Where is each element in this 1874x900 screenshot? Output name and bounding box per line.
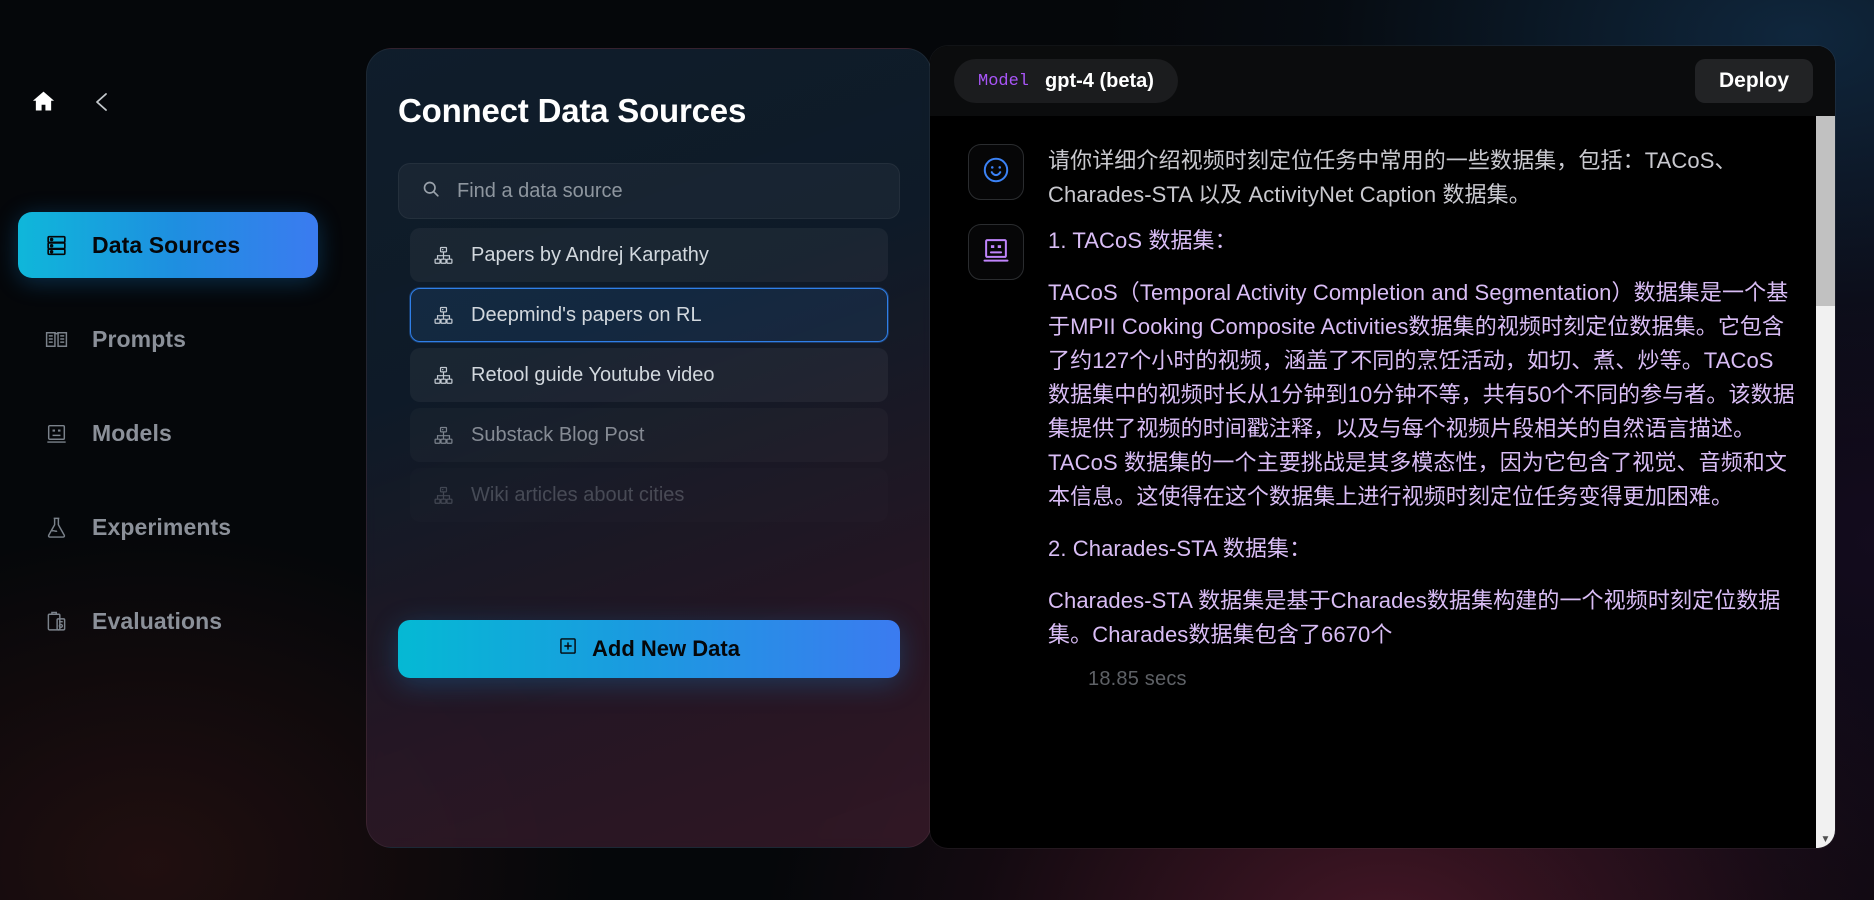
sidebar-item-experiments[interactable]: Experiments: [18, 494, 318, 560]
database-icon: [42, 233, 70, 258]
search-placeholder: Find a data source: [457, 179, 623, 202]
list-item-label: Papers by Andrej Karpathy: [471, 243, 709, 266]
avatar: [968, 224, 1024, 280]
sitemap-icon: [433, 485, 454, 506]
sidebar: Data Sources Prompts Models Experiments …: [0, 0, 370, 900]
model-badge-label: Model: [978, 71, 1030, 91]
scrollbar-down-arrow-icon[interactable]: ▼: [1816, 835, 1835, 845]
chat-message-body: 请你详细介绍视频时刻定位任务中常用的一些数据集，包括：TACoS、Charade…: [1048, 144, 1795, 212]
sitemap-icon: [433, 305, 454, 326]
app-root: Data Sources Prompts Models Experiments …: [0, 0, 1874, 900]
sidebar-item-label: Evaluations: [92, 607, 223, 634]
deploy-label: Deploy: [1718, 69, 1789, 92]
home-icon[interactable]: [30, 88, 57, 120]
chat-message-body: 1. TACoS 数据集： TACoS（Temporal Activity Co…: [1048, 224, 1795, 652]
search-input[interactable]: Find a data source: [398, 163, 900, 219]
deploy-button[interactable]: Deploy: [1694, 59, 1813, 103]
flask-icon: [42, 515, 70, 540]
chat-header: Model gpt-4 (beta) Deploy: [930, 46, 1835, 116]
model-selector-badge[interactable]: Model gpt-4 (beta): [954, 59, 1178, 103]
sitemap-icon: [433, 425, 454, 446]
sidebar-top-actions: [30, 88, 113, 120]
response-timing: 18.85 secs: [1088, 668, 1187, 690]
robot-face-icon: [42, 421, 70, 446]
page-title: Connect Data Sources: [398, 92, 747, 129]
sidebar-item-data-sources[interactable]: Data Sources: [18, 212, 318, 278]
list-item-label: Wiki articles about cities: [471, 483, 685, 506]
sidebar-nav: Data Sources Prompts Models Experiments …: [18, 212, 318, 682]
sitemap-icon: [433, 365, 454, 386]
sidebar-item-label: Data Sources: [92, 231, 241, 258]
plus-square-icon: [558, 636, 578, 662]
list-item-label: Substack Blog Post: [471, 423, 645, 446]
add-new-data-button[interactable]: Add New Data: [398, 620, 900, 678]
list-item[interactable]: Wiki articles about cities: [410, 468, 888, 522]
chat-scrollbar[interactable]: ▼: [1816, 116, 1835, 848]
add-new-data-label: Add New Data: [592, 636, 740, 661]
data-source-list: Papers by Andrej Karpathy Deepmind's pap…: [410, 228, 888, 528]
list-item-label: Retool guide Youtube video: [471, 363, 715, 386]
chat-message-user: 请你详细介绍视频时刻定位任务中常用的一些数据集，包括：TACoS、Charade…: [930, 144, 1835, 212]
sidebar-item-prompts[interactable]: Prompts: [18, 306, 318, 372]
sidebar-item-evaluations[interactable]: Evaluations: [18, 588, 318, 654]
book-icon: [42, 327, 70, 352]
chat-panel: Model gpt-4 (beta) Deploy 请你详细介绍视频时刻定位任务…: [930, 46, 1835, 848]
search-icon: [421, 179, 441, 204]
sidebar-item-label: Models: [92, 419, 172, 446]
chat-scrollbar-thumb[interactable]: [1816, 116, 1835, 306]
paragraph: 1. TACoS 数据集：: [1048, 228, 1237, 253]
sidebar-item-label: Experiments: [92, 513, 232, 540]
sidebar-item-models[interactable]: Models: [18, 400, 318, 466]
list-item[interactable]: Deepmind's papers on RL: [410, 288, 888, 342]
robot-face-icon: [980, 234, 1012, 271]
list-item[interactable]: Retool guide Youtube video: [410, 348, 888, 402]
list-item[interactable]: Substack Blog Post: [410, 408, 888, 462]
sidebar-item-label: Prompts: [92, 325, 186, 352]
model-badge-value: gpt-4 (beta): [1045, 69, 1154, 92]
clipboard-icon: [42, 609, 70, 634]
list-item[interactable]: Papers by Andrej Karpathy: [410, 228, 888, 282]
paragraph: Charades-STA 数据集是基于Charades数据集构建的一个视频时刻定…: [1048, 588, 1781, 647]
chevron-left-icon[interactable]: [91, 89, 113, 120]
sitemap-icon: [433, 245, 454, 266]
avatar: [968, 144, 1024, 200]
smiley-face-icon: [980, 154, 1012, 191]
paragraph: TACoS（Temporal Activity Completion and S…: [1048, 280, 1795, 509]
chat-message-assistant: 1. TACoS 数据集： TACoS（Temporal Activity Co…: [930, 224, 1835, 652]
chat-message-list: 请你详细介绍视频时刻定位任务中常用的一些数据集，包括：TACoS、Charade…: [930, 116, 1835, 848]
paragraph: 2. Charades-STA 数据集：: [1048, 536, 1312, 561]
paragraph: 请你详细介绍视频时刻定位任务中常用的一些数据集，包括：TACoS、Charade…: [1048, 148, 1737, 207]
list-item-label: Deepmind's papers on RL: [471, 303, 702, 326]
